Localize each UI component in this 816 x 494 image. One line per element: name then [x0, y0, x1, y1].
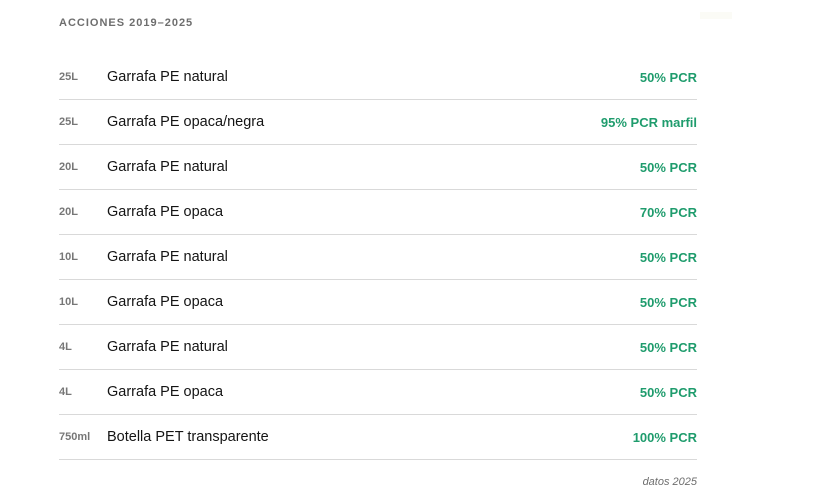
page: ACCIONES 2019–2025 25L Garrafa PE natura… — [0, 0, 816, 494]
list-item: 10L Garrafa PE natural 50% PCR — [59, 235, 697, 280]
item-product: Botella PET transparente — [107, 429, 269, 445]
list-item: 25L Garrafa PE opaca/negra 95% PCR marfi… — [59, 100, 697, 145]
item-pcr: 50% PCR — [639, 69, 697, 85]
item-pcr: 95% PCR marfil — [600, 114, 697, 130]
item-size: 750ml — [59, 431, 91, 443]
item-product: Garrafa PE natural — [107, 159, 228, 175]
item-size: 4L — [59, 341, 72, 353]
list-item: 4L Garrafa PE opaca 50% PCR — [59, 370, 697, 415]
corner-decoration — [700, 12, 732, 19]
item-size: 4L — [59, 386, 72, 398]
footnote: datos 2025 — [642, 476, 697, 488]
item-product: Garrafa PE opaca/negra — [107, 114, 265, 130]
item-product: Garrafa PE natural — [107, 249, 228, 265]
item-pcr: 50% PCR — [639, 384, 697, 400]
item-pcr: 100% PCR — [632, 429, 697, 445]
item-size: 25L — [59, 71, 78, 83]
item-pcr: 50% PCR — [639, 294, 697, 310]
item-pcr: 70% PCR — [639, 204, 697, 220]
list-item: 20L Garrafa PE natural 50% PCR — [59, 145, 697, 190]
list-item: 4L Garrafa PE natural 50% PCR — [59, 325, 697, 370]
item-size: 10L — [59, 296, 78, 308]
item-pcr: 50% PCR — [639, 339, 697, 355]
item-product: Garrafa PE natural — [107, 339, 228, 355]
item-product: Garrafa PE natural — [107, 69, 228, 85]
item-product: Garrafa PE opaca — [107, 384, 224, 400]
item-product: Garrafa PE opaca — [107, 294, 224, 310]
item-size: 20L — [59, 161, 78, 173]
list-item: 10L Garrafa PE opaca 50% PCR — [59, 280, 697, 325]
list-item: 20L Garrafa PE opaca 70% PCR — [59, 190, 697, 235]
section-title: ACCIONES 2019–2025 — [59, 17, 194, 29]
item-product: Garrafa PE opaca — [107, 204, 224, 220]
item-size: 25L — [59, 116, 78, 128]
item-pcr: 50% PCR — [639, 159, 697, 175]
product-list: 25L Garrafa PE natural 50% PCR 25L Garra… — [59, 55, 697, 460]
list-item: 25L Garrafa PE natural 50% PCR — [59, 55, 697, 100]
item-size: 20L — [59, 206, 78, 218]
item-pcr: 50% PCR — [639, 249, 697, 265]
list-item: 750ml Botella PET transparente 100% PCR — [59, 415, 697, 460]
item-size: 10L — [59, 251, 78, 263]
